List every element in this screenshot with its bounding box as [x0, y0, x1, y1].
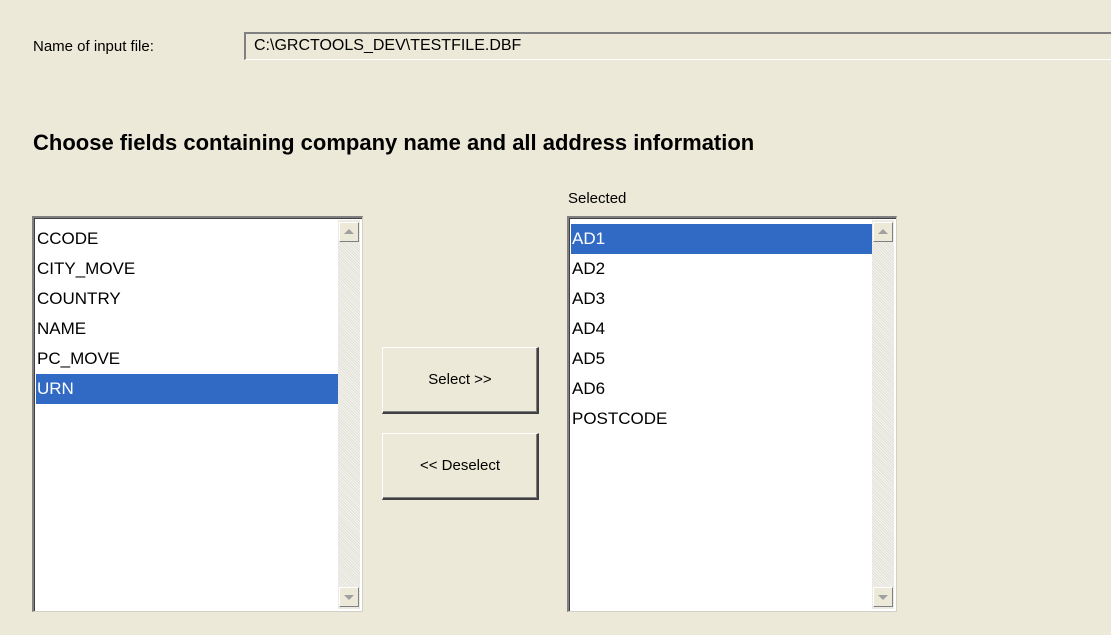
scroll-up-arrow-icon[interactable]	[339, 222, 359, 242]
selected-field-item[interactable]: AD2	[571, 254, 872, 284]
available-field-item[interactable]: CCODE	[36, 224, 338, 254]
selected-field-item[interactable]: POSTCODE	[571, 404, 872, 434]
selected-field-item[interactable]: AD1	[571, 224, 872, 254]
available-field-item[interactable]: PC_MOVE	[36, 344, 338, 374]
page-heading: Choose fields containing company name an…	[33, 130, 755, 155]
scroll-up-arrow-icon[interactable]	[873, 222, 893, 242]
selected-list-scrollbar[interactable]	[872, 220, 894, 609]
selected-field-item[interactable]: AD3	[571, 284, 872, 314]
scroll-down-arrow-icon[interactable]	[873, 587, 893, 607]
selected-fields-list[interactable]: AD1 AD2 AD3 AD4 AD5 AD6 POSTCODE	[567, 216, 897, 612]
available-fields-list[interactable]: CCODE CITY_MOVE COUNTRY NAME PC_MOVE URN	[32, 216, 363, 612]
available-list-scrollbar[interactable]	[338, 220, 360, 609]
field-selection-panel: Name of input file: C:\GRCTOOLS_DEV\TEST…	[0, 0, 1111, 635]
deselect-button[interactable]: << Deselect	[382, 433, 539, 500]
input-file-field[interactable]: C:\GRCTOOLS_DEV\TESTFILE.DBF	[244, 32, 1111, 60]
selected-fields-items: AD1 AD2 AD3 AD4 AD5 AD6 POSTCODE	[571, 224, 872, 434]
available-fields-items: CCODE CITY_MOVE COUNTRY NAME PC_MOVE URN	[36, 224, 338, 404]
available-field-item[interactable]: CITY_MOVE	[36, 254, 338, 284]
selected-field-item[interactable]: AD5	[571, 344, 872, 374]
selected-list-caption: Selected	[568, 190, 627, 207]
input-file-label: Name of input file:	[33, 38, 154, 55]
scroll-down-arrow-icon[interactable]	[339, 587, 359, 607]
available-field-item[interactable]: URN	[36, 374, 338, 404]
selected-field-item[interactable]: AD4	[571, 314, 872, 344]
select-button[interactable]: Select >>	[382, 347, 539, 414]
available-field-item[interactable]: NAME	[36, 314, 338, 344]
selected-field-item[interactable]: AD6	[571, 374, 872, 404]
available-field-item[interactable]: COUNTRY	[36, 284, 338, 314]
